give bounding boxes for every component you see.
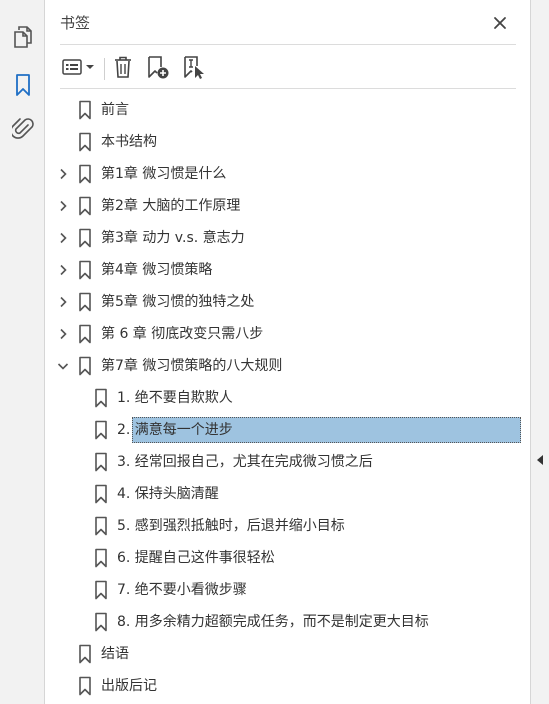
bookmark-label: 结语 <box>101 646 129 662</box>
bookmark-icon <box>78 319 92 349</box>
bookmark-item[interactable]: 第7章 微习惯策略的八大规则 <box>46 351 530 381</box>
bookmark-icon <box>78 671 92 701</box>
bookmark-item[interactable]: 第2章 大脑的工作原理 <box>46 191 530 221</box>
bookmark-icon <box>15 73 30 96</box>
bookmark-label: 第2章 大脑的工作原理 <box>101 198 241 214</box>
bookmark-subitem[interactable]: 2. 满意每一个进步 <box>46 415 530 445</box>
bookmark-icon <box>78 159 92 189</box>
triangle-left-icon <box>537 455 543 465</box>
bookmark-label: 3. 经常回报自己，尤其在完成微习惯之后 <box>117 454 373 470</box>
bookmark-subitem[interactable]: 3. 经常回报自己，尤其在完成微习惯之后 <box>46 447 530 477</box>
bookmark-label: 第3章 动力 v.s. 意志力 <box>101 230 245 246</box>
bookmark-label: 7. 绝不要小看微步骤 <box>117 582 247 598</box>
bookmark-icon <box>78 191 92 221</box>
bookmark-item[interactable]: 本书结构 <box>46 127 530 157</box>
bookmarks-panel: 书签 前言 本书结构 第1章 微习惯是什么 第2章 大脑的工作原理 第3章 动力… <box>46 0 530 704</box>
bookmark-subitem[interactable]: 5. 感到强烈抵触时，后退并缩小目标 <box>46 511 530 541</box>
new-bookmark-icon <box>148 56 169 79</box>
bookmark-subitem[interactable]: 6. 提醒自己这件事很轻松 <box>46 543 530 573</box>
close-icon <box>494 17 506 29</box>
divider <box>60 44 516 45</box>
bookmark-item[interactable]: 结语 <box>46 639 530 669</box>
bookmark-label: 第7章 微习惯策略的八大规则 <box>101 358 283 374</box>
chevron-right-icon[interactable] <box>56 287 70 317</box>
attachments-button[interactable] <box>6 112 39 145</box>
bookmark-label: 2. 满意每一个进步 <box>117 422 233 438</box>
chevron-right-icon[interactable] <box>56 191 70 221</box>
bookmark-icon <box>78 255 92 285</box>
bookmark-label: 第5章 微习惯的独特之处 <box>101 294 255 310</box>
panel-splitter[interactable] <box>530 0 549 704</box>
bookmark-label: 8. 用多余精力超额完成任务，而不是制定更大目标 <box>117 614 429 630</box>
bookmark-label: 第 6 章 彻底改变只需八步 <box>101 326 264 342</box>
bookmark-icon <box>78 287 92 317</box>
bookmarks-toolbar <box>46 48 530 86</box>
bookmark-label: 1. 绝不要自欺欺人 <box>117 390 233 406</box>
attachment-icon <box>11 117 34 139</box>
trash-icon <box>115 56 131 78</box>
bookmark-subitem[interactable]: 7. 绝不要小看微步骤 <box>46 575 530 605</box>
bookmark-label: 第1章 微习惯是什么 <box>101 166 227 182</box>
chevron-right-icon[interactable] <box>56 159 70 189</box>
bookmark-icon <box>94 607 108 637</box>
chevron-down-icon[interactable] <box>56 351 70 381</box>
panel-title: 书签 <box>60 14 91 32</box>
bookmark-selection-icon <box>184 56 204 79</box>
delete-bookmark-button[interactable] <box>110 52 136 82</box>
bookmark-label: 5. 感到强烈抵触时，后退并缩小目标 <box>117 518 345 534</box>
bookmark-icon <box>78 127 92 157</box>
navigation-rail <box>0 0 45 704</box>
bookmark-icon <box>78 639 92 669</box>
bookmark-item[interactable]: 出版后记 <box>46 671 530 701</box>
bookmark-label: 出版后记 <box>101 678 157 694</box>
bookmark-label: 第4章 微习惯策略 <box>101 262 213 278</box>
panel-header: 书签 <box>46 0 530 46</box>
options-menu-button[interactable] <box>60 52 98 82</box>
collapse-panel-button[interactable] <box>535 453 545 467</box>
bookmark-icon <box>94 543 108 573</box>
pages-icon <box>13 25 32 48</box>
bookmark-label: 4. 保持头脑清醒 <box>117 486 219 502</box>
bookmark-label: 本书结构 <box>101 134 157 150</box>
bookmark-icon <box>94 415 108 445</box>
new-bookmark-button[interactable] <box>142 52 172 82</box>
bookmarks-panel-button[interactable] <box>6 68 39 101</box>
bookmark-icon <box>94 575 108 605</box>
bookmark-icon <box>78 223 92 253</box>
list-options-icon <box>62 59 94 75</box>
chevron-right-icon[interactable] <box>56 255 70 285</box>
bookmark-subitem[interactable]: 8. 用多余精力超额完成任务，而不是制定更大目标 <box>46 607 530 637</box>
bookmark-item[interactable]: 前言 <box>46 95 530 125</box>
bookmark-icon <box>94 511 108 541</box>
bookmark-icon <box>78 95 92 125</box>
bookmark-item[interactable]: 第1章 微习惯是什么 <box>46 159 530 189</box>
bookmark-item[interactable]: 第3章 动力 v.s. 意志力 <box>46 223 530 253</box>
bookmark-icon <box>94 447 108 477</box>
bookmark-item[interactable]: 第5章 微习惯的独特之处 <box>46 287 530 317</box>
bookmark-item[interactable]: 第4章 微习惯策略 <box>46 255 530 285</box>
bookmark-label: 6. 提醒自己这件事很轻松 <box>117 550 275 566</box>
divider <box>60 88 516 89</box>
bookmark-icon <box>94 479 108 509</box>
bookmark-subitem[interactable]: 1. 绝不要自欺欺人 <box>46 383 530 413</box>
bookmark-icon <box>78 351 92 381</box>
page-thumbnails-button[interactable] <box>6 20 39 53</box>
close-panel-button[interactable] <box>487 10 513 36</box>
chevron-right-icon[interactable] <box>56 223 70 253</box>
bookmark-icon <box>94 383 108 413</box>
bookmark-subitem[interactable]: 4. 保持头脑清醒 <box>46 479 530 509</box>
toolbar-separator <box>104 58 105 80</box>
new-bookmark-from-selection-button[interactable] <box>178 52 208 82</box>
chevron-right-icon[interactable] <box>56 319 70 349</box>
bookmark-item[interactable]: 第 6 章 彻底改变只需八步 <box>46 319 530 349</box>
bookmark-label: 前言 <box>101 102 129 118</box>
